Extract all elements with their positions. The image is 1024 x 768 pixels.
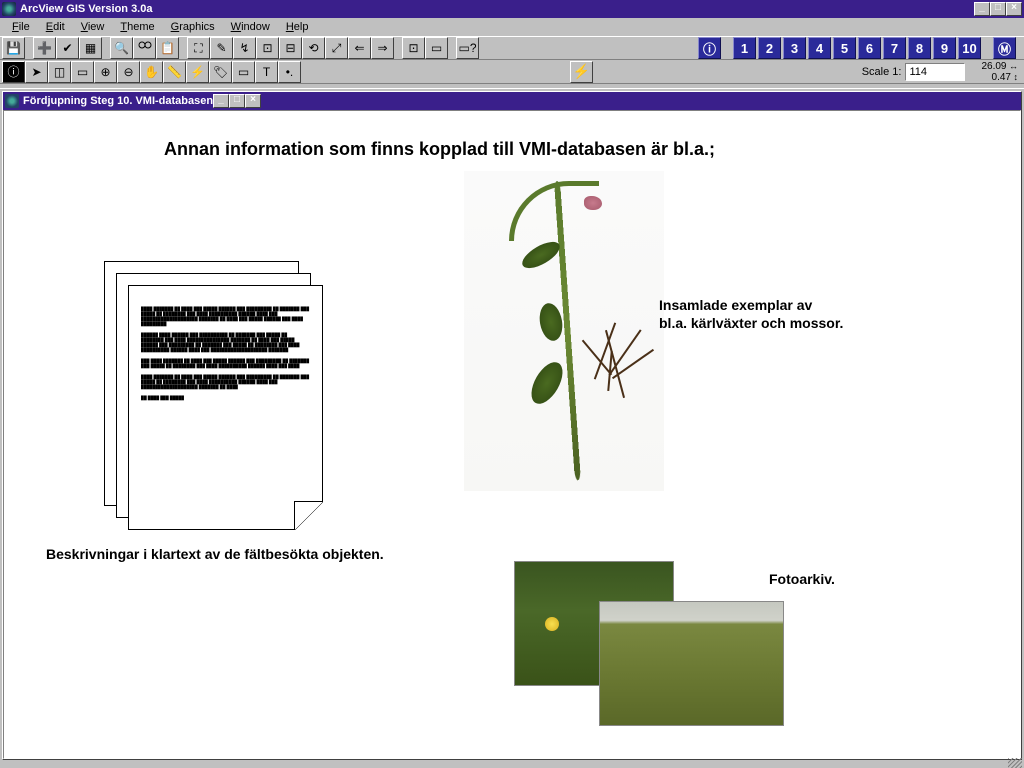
vertex-icon[interactable]: ◫ xyxy=(48,61,71,83)
app-title: ArcView GIS Version 3.0a xyxy=(20,3,152,15)
menu-edit[interactable]: Edit xyxy=(38,20,73,34)
zoom-out-icon[interactable]: ⊟ xyxy=(279,37,302,59)
m-button[interactable]: Ⓜ xyxy=(993,37,1016,59)
menu-graphics[interactable]: Graphics xyxy=(163,20,223,34)
menu-window[interactable]: Window xyxy=(223,20,278,34)
pointer-icon[interactable]: ➤ xyxy=(25,61,48,83)
draw-rect-icon[interactable]: ▭ xyxy=(232,61,255,83)
text-tool-icon[interactable]: T xyxy=(255,61,278,83)
num-button-10[interactable]: 10 xyxy=(958,37,981,59)
document-stack-graphic: ████ ███████ ██ ████ ███ █████ ██████ ██… xyxy=(104,261,334,531)
theme-props-icon[interactable]: ✔ xyxy=(56,37,79,59)
scale-input[interactable] xyxy=(905,63,965,81)
measure-icon[interactable]: ⊡ xyxy=(402,37,425,59)
pan-icon[interactable]: ✋ xyxy=(140,61,163,83)
toolbar-secondary: ⓘ ➤ ◫ ▭ ⊕ ⊖ ✋ 📏 ⚡ 🏷 ▭ T •. ⚡ Scale 1: 26… xyxy=(0,60,1024,84)
num-button-5[interactable]: 5 xyxy=(833,37,856,59)
inner-window-icon xyxy=(5,94,19,108)
zoom-out2-icon[interactable]: ⊖ xyxy=(117,61,140,83)
minimize-button[interactable]: _ xyxy=(974,2,990,16)
coordinates-readout: 26.09 0.47 xyxy=(981,61,1018,83)
menu-file[interactable]: File xyxy=(4,20,38,34)
zoom-full-icon[interactable]: ⛶ xyxy=(187,37,210,59)
inner-minimize-button[interactable]: _ xyxy=(213,94,229,108)
maximize-button[interactable]: □ xyxy=(990,2,1006,16)
query-icon[interactable]: 📋 xyxy=(156,37,179,59)
num-button-6[interactable]: 6 xyxy=(858,37,881,59)
zoom-in-icon[interactable]: ⊡ xyxy=(256,37,279,59)
statusbar xyxy=(0,760,1024,768)
select-rect-icon[interactable]: ▭ xyxy=(71,61,94,83)
resize-grip[interactable] xyxy=(1008,758,1022,768)
num-button-1[interactable]: 1 xyxy=(733,37,756,59)
add-theme-icon[interactable]: ➕ xyxy=(33,37,56,59)
zoom-sel-icon[interactable]: ↯ xyxy=(233,37,256,59)
window-controls: _ □ × xyxy=(974,2,1022,16)
content-heading: Annan information som finns kopplad till… xyxy=(164,139,715,160)
label-icon[interactable]: 🏷 xyxy=(209,61,232,83)
caption-descriptions: Beskrivningar i klartext av de fältbesök… xyxy=(46,546,384,562)
coord-y: 0.47 xyxy=(981,72,1018,83)
toolbar-primary: 💾 ➕ ✔ ▦ 🔍 📋 ⛶ ✎ ↯ ⊡ ⊟ ⟲ ⤢ ⇐ ⇒ ⊡ ▭ ▭? ⓘ 1… xyxy=(0,36,1024,60)
zoom-prev-icon[interactable]: ⟲ xyxy=(302,37,325,59)
help-pointer-icon[interactable]: ▭? xyxy=(456,37,479,59)
find-icon[interactable]: 🔍 xyxy=(110,37,133,59)
table-icon[interactable]: ▦ xyxy=(79,37,102,59)
draw-point-icon[interactable]: •. xyxy=(278,61,301,83)
zoom-active-icon[interactable]: ✎ xyxy=(210,37,233,59)
caption-specimens: Insamlade exemplar av bl.a. kärlväxter o… xyxy=(659,296,843,332)
identify-icon[interactable]: ⓘ xyxy=(2,61,25,83)
save-icon[interactable]: 💾 xyxy=(2,37,25,59)
num-button-3[interactable]: 3 xyxy=(783,37,806,59)
scale-label: Scale 1: xyxy=(862,66,902,78)
sel-features-icon[interactable]: ⤢ xyxy=(325,37,348,59)
inner-window-title: Fördjupning Steg 10. VMI-databasen xyxy=(23,95,213,107)
plant-specimen-graphic xyxy=(464,171,664,491)
titlebar: ArcView GIS Version 3.0a _ □ × xyxy=(0,0,1024,18)
num-button-7[interactable]: 7 xyxy=(883,37,906,59)
canvas: Annan information som finns kopplad till… xyxy=(3,110,1021,759)
locate-icon[interactable] xyxy=(133,37,156,59)
photo-archive-image-2 xyxy=(599,601,784,726)
menu-help[interactable]: Help xyxy=(278,20,317,34)
inner-maximize-button[interactable]: □ xyxy=(229,94,245,108)
inner-window: Fördjupning Steg 10. VMI-databasen _ □ ×… xyxy=(2,91,1022,760)
zoom-in2-icon[interactable]: ⊕ xyxy=(94,61,117,83)
info-button[interactable]: ⓘ xyxy=(698,37,721,59)
workspace: Fördjupning Steg 10. VMI-databasen _ □ ×… xyxy=(0,88,1024,768)
lightning-icon[interactable]: ⚡ xyxy=(570,61,593,83)
menu-view[interactable]: View xyxy=(73,20,113,34)
measure2-icon[interactable]: 📏 xyxy=(163,61,186,83)
coord-x: 26.09 xyxy=(981,61,1018,72)
hotlink2-icon[interactable]: ⚡ xyxy=(186,61,209,83)
app-icon xyxy=(2,2,16,16)
num-button-4[interactable]: 4 xyxy=(808,37,831,59)
num-button-8[interactable]: 8 xyxy=(908,37,931,59)
clear-sel-icon[interactable]: ⇒ xyxy=(371,37,394,59)
menu-theme[interactable]: Theme xyxy=(112,20,162,34)
close-button[interactable]: × xyxy=(1006,2,1022,16)
inner-close-button[interactable]: × xyxy=(245,94,261,108)
hotlink-icon[interactable]: ▭ xyxy=(425,37,448,59)
caption-photo-archive: Fotoarkiv. xyxy=(769,571,835,587)
inner-titlebar: Fördjupning Steg 10. VMI-databasen _ □ × xyxy=(3,92,1021,110)
num-button-9[interactable]: 9 xyxy=(933,37,956,59)
menubar: File Edit View Theme Graphics Window Hel… xyxy=(0,18,1024,36)
num-button-2[interactable]: 2 xyxy=(758,37,781,59)
pan-tool-icon[interactable]: ⇐ xyxy=(348,37,371,59)
